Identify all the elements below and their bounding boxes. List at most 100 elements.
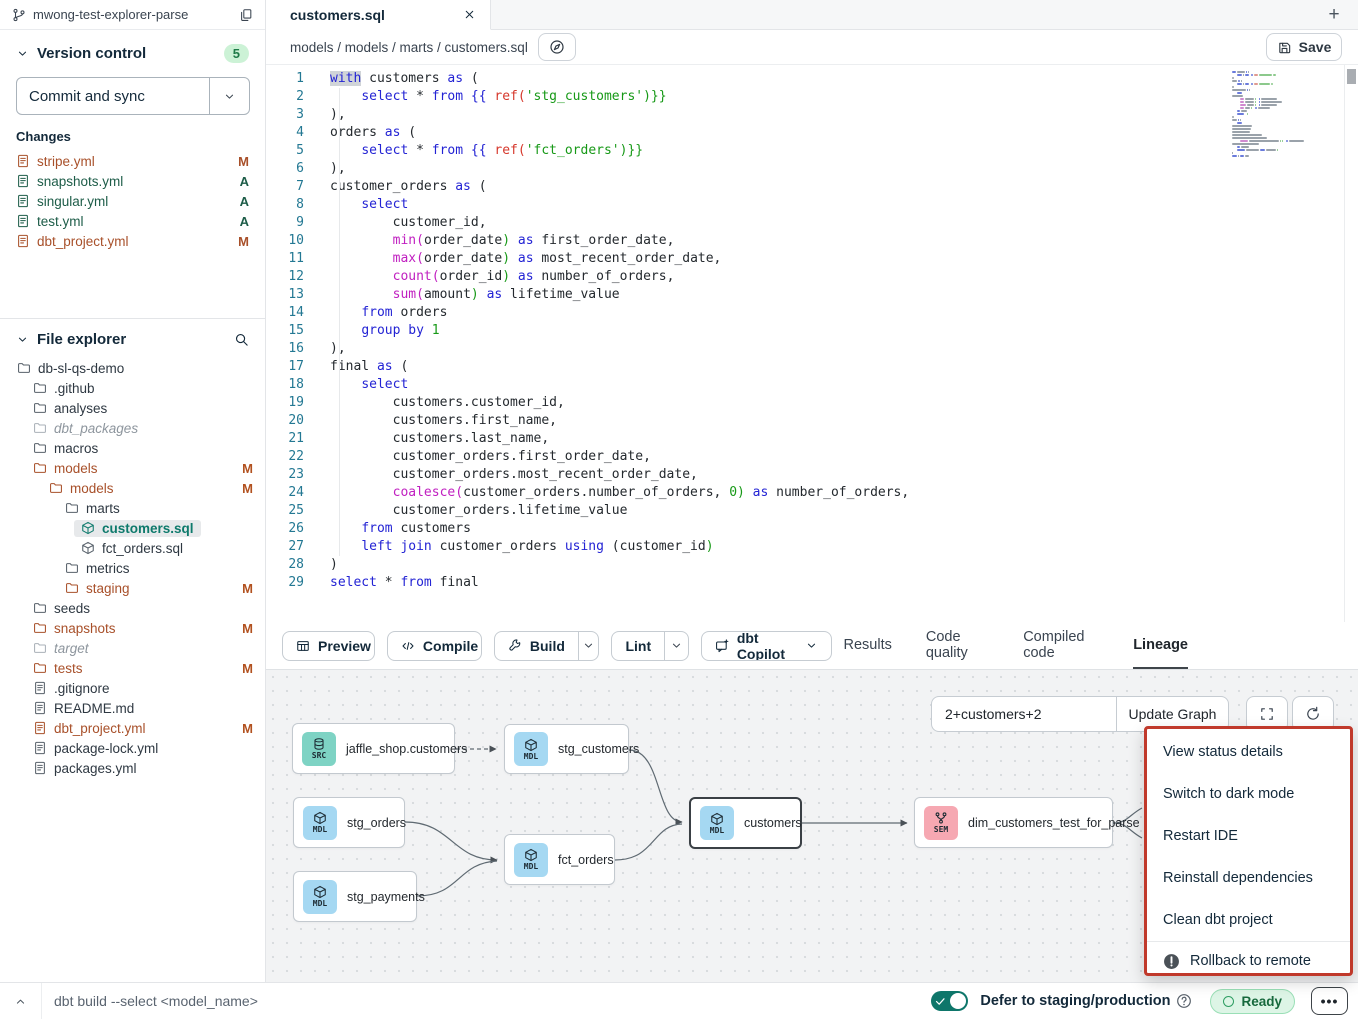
change-item[interactable]: test.ymlA xyxy=(16,211,249,231)
lineage-node-stg-orders[interactable]: MDLstg_orders xyxy=(293,797,405,848)
tree-item-target[interactable]: target xyxy=(0,638,265,658)
build-dropdown-button[interactable] xyxy=(578,632,599,660)
tree-item-package-lock-yml[interactable]: package-lock.yml xyxy=(0,738,265,758)
tree-item-status: M xyxy=(242,621,253,636)
tree-item-dbt-packages[interactable]: dbt_packages xyxy=(0,418,265,438)
folder-icon xyxy=(33,641,47,655)
tree-item-label: models xyxy=(70,481,114,496)
lineage-node-dim-customers-test-for-parse[interactable]: SEMdim_customers_test_for_parse xyxy=(914,797,1113,848)
tree-item--github[interactable]: .github xyxy=(0,378,265,398)
tab-customers-sql[interactable]: customers.sql xyxy=(266,0,491,30)
tree-item-metrics[interactable]: metrics xyxy=(0,558,265,578)
menu-item-clean-dbt-project[interactable]: Clean dbt project xyxy=(1147,899,1350,941)
content: customers.sql + models / models / marts … xyxy=(266,0,1358,982)
change-item[interactable]: singular.ymlA xyxy=(16,191,249,211)
commit-and-sync-button[interactable]: Commit and sync xyxy=(16,77,250,115)
status-badge[interactable]: Ready xyxy=(1210,989,1295,1014)
lineage-node-stg-payments[interactable]: MDLstg_payments xyxy=(293,871,417,922)
tree-item-dbt-project-yml[interactable]: dbt_project.ymlM xyxy=(0,718,265,738)
code-line: 6), xyxy=(266,160,1358,178)
save-button[interactable]: Save xyxy=(1266,33,1342,61)
chevron-down-icon xyxy=(223,90,236,103)
tree-item-macros[interactable]: macros xyxy=(0,438,265,458)
lineage-canvas[interactable]: SRCjaffle_shop.customers MDLstg_customers… xyxy=(266,670,1358,982)
defer-toggle[interactable] xyxy=(931,991,968,1011)
tree-item-customers-sql[interactable]: customers.sql xyxy=(0,518,265,538)
ready-label: Ready xyxy=(1241,994,1282,1009)
code-editor[interactable]: 1with customers as (2 select * from {{ r… xyxy=(266,64,1358,622)
tree-item-tests[interactable]: tests M xyxy=(0,658,265,678)
tree-item-label: snapshots xyxy=(54,621,116,636)
tree-item-fct-orders-sql[interactable]: fct_orders.sql xyxy=(0,538,265,558)
change-item[interactable]: stripe.ymlM xyxy=(16,151,249,171)
tree-item-marts[interactable]: marts xyxy=(0,498,265,518)
tree-item-readme-md[interactable]: README.md xyxy=(0,698,265,718)
tree-item-label: package-lock.yml xyxy=(54,741,158,756)
code-line: 11 max(order_date) as most_recent_order_… xyxy=(266,250,1358,268)
file-explorer-title: File explorer xyxy=(37,331,226,348)
folder-icon xyxy=(33,401,47,415)
code-line-content: customer_id, xyxy=(304,214,487,232)
tree-item-inner: .github xyxy=(26,380,102,397)
menu-item-reinstall-dependencies[interactable]: Reinstall dependencies xyxy=(1147,857,1350,899)
copilot-icon xyxy=(715,639,729,653)
tree-item-analyses[interactable]: analyses xyxy=(0,398,265,418)
selector-input[interactable]: 2+customers+2 xyxy=(932,706,1116,722)
preview-button[interactable]: Preview xyxy=(282,631,375,661)
node-label: customers xyxy=(744,816,802,830)
collapse-panel-button[interactable] xyxy=(0,983,42,1019)
folder-icon xyxy=(33,441,47,455)
commit-dropdown-button[interactable] xyxy=(209,78,249,114)
tree-item-models[interactable]: modelsM xyxy=(0,458,265,478)
line-number: 25 xyxy=(266,502,304,520)
tab-lineage[interactable]: Lineage xyxy=(1133,622,1188,669)
menu-item-restart-ide[interactable]: Restart IDE xyxy=(1147,815,1350,857)
version-control-header[interactable]: Version control 5 xyxy=(16,44,249,63)
tree-item-snapshots[interactable]: snapshots M xyxy=(0,618,265,638)
menu-item-switch-to-dark-mode[interactable]: Switch to dark mode xyxy=(1147,773,1350,815)
tab-compiled-code[interactable]: Compiled code xyxy=(1023,622,1099,669)
file-explorer-header[interactable]: File explorer xyxy=(0,319,265,358)
tree-item-models[interactable]: modelsM xyxy=(0,478,265,498)
search-icon[interactable] xyxy=(234,332,249,347)
change-item[interactable]: dbt_project.ymlM xyxy=(16,231,249,251)
close-icon[interactable] xyxy=(463,8,476,21)
tree-item-seeds[interactable]: seeds xyxy=(0,598,265,618)
dbt-copilot-button[interactable]: dbt Copilot xyxy=(701,631,832,661)
lint-dropdown-button[interactable] xyxy=(664,632,688,660)
copilot-label: dbt Copilot xyxy=(737,631,797,661)
tree-item-inner: tests xyxy=(26,660,90,677)
change-file-name: stripe.yml xyxy=(37,154,95,169)
tree-item-status: M xyxy=(242,661,253,676)
build-split-button[interactable]: Build xyxy=(494,631,600,661)
open-in-explorer-button[interactable] xyxy=(538,33,576,61)
compile-button[interactable]: Compile xyxy=(387,631,482,661)
menu-item-rollback-to-remote[interactable]: Rollback to remote xyxy=(1147,942,1350,980)
command-input[interactable]: dbt build --select <model_name> xyxy=(42,993,931,1009)
help-circle-icon[interactable] xyxy=(1176,993,1192,1009)
new-tab-button[interactable]: + xyxy=(1310,0,1358,29)
tree-item-packages-yml[interactable]: packages.yml xyxy=(0,758,265,778)
code-line-content: customer_orders.lifetime_value xyxy=(304,502,627,520)
node-label: stg_payments xyxy=(347,890,425,904)
minimap[interactable] xyxy=(1232,71,1328,158)
lint-split-button[interactable]: Lint xyxy=(611,631,688,661)
copy-icon[interactable] xyxy=(239,8,253,22)
tab-code-quality[interactable]: Code quality xyxy=(926,622,989,669)
changes-count-badge: 5 xyxy=(224,44,249,63)
folder-icon xyxy=(33,461,47,475)
model-icon xyxy=(524,848,538,862)
minimap-line xyxy=(1232,80,1328,82)
lineage-node-stg-customers[interactable]: MDLstg_customers xyxy=(504,724,629,774)
menu-item-view-status-details[interactable]: View status details xyxy=(1147,731,1350,773)
change-item[interactable]: snapshots.ymlA xyxy=(16,171,249,191)
tree-item-staging[interactable]: stagingM xyxy=(0,578,265,598)
tree-item--gitignore[interactable]: .gitignore xyxy=(0,678,265,698)
lineage-node-jaffle-shop-customers[interactable]: SRCjaffle_shop.customers xyxy=(292,723,455,774)
tree-item-db-sl-qs-demo[interactable]: db-sl-qs-demo xyxy=(0,358,265,378)
more-options-button[interactable]: ••• xyxy=(1311,987,1348,1015)
lineage-node-customers[interactable]: MDLcustomers xyxy=(689,797,802,849)
lineage-node-fct-orders[interactable]: MDLfct_orders xyxy=(504,834,615,885)
scrollbar-thumb[interactable] xyxy=(1347,69,1356,84)
tab-results[interactable]: Results xyxy=(844,622,892,669)
